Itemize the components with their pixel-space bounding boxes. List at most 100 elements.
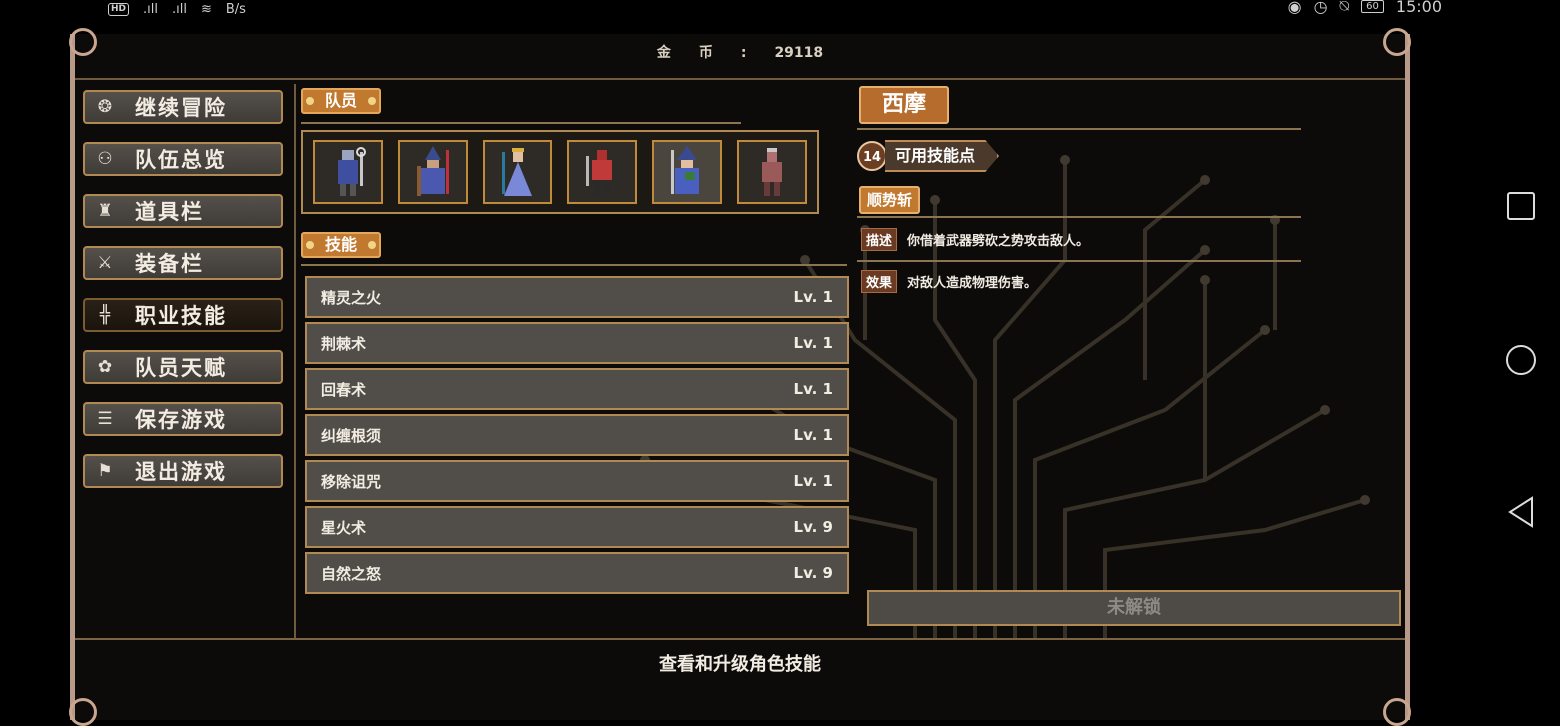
party-member-portrait[interactable]: [482, 140, 553, 204]
skill-row[interactable]: 回春术 Lv. 1: [305, 368, 849, 410]
skill-row[interactable]: 星火术 Lv. 9: [305, 506, 849, 548]
mute-icon: ⍉: [1339, 0, 1350, 15]
unlock-button[interactable]: 未解锁: [867, 590, 1401, 626]
priestess-icon: [501, 148, 532, 196]
skill-points-badge: 14: [857, 141, 887, 171]
skill-description: 描述 你借着武器劈砍之势攻击敌人。: [861, 228, 1089, 251]
main-menu: ❂ 继续冒险 ⚇ 队伍总览 ♜ 道具栏 ⚔ 装备栏 ╬ 职业技能 ✿ 队员天赋 …: [83, 90, 283, 506]
frame-corner-ornament: [69, 698, 97, 726]
red-warrior-icon: [586, 150, 613, 196]
skill-row[interactable]: 纠缠根须 Lv. 1: [305, 414, 849, 456]
menu-label: 保存游戏: [135, 408, 227, 432]
menu-member-talents[interactable]: ✿ 队员天赋: [83, 350, 283, 384]
skill-effect: 效果 对敌人造成物理伤害。: [861, 270, 1037, 293]
bottom-bar: 查看和升级角色技能: [75, 638, 1405, 722]
effect-text: 对敌人造成物理伤害。: [907, 276, 1038, 291]
knight-mace-icon: [337, 147, 366, 196]
menu-label: 装备栏: [135, 252, 204, 276]
winged-sword-icon: ╬: [99, 305, 111, 325]
recent-apps-icon[interactable]: [1504, 189, 1538, 223]
party-member-portrait-selected[interactable]: [652, 140, 723, 204]
bag-icon: ♜: [97, 201, 113, 221]
party-icon: ⚇: [97, 149, 113, 169]
menu-party-overview[interactable]: ⚇ 队伍总览: [83, 142, 283, 176]
skill-level: Lv. 1: [793, 288, 833, 306]
hd-voice-icon: HD: [108, 2, 130, 16]
laurel-icon: ✿: [97, 357, 113, 377]
alarm-icon: ◷: [1313, 0, 1328, 16]
skill-name: 回春术: [321, 380, 367, 399]
skills-section-tag: 技能: [301, 232, 382, 258]
menu-save-game[interactable]: ☰ 保存游戏: [83, 402, 283, 436]
skill-name: 自然之怒: [321, 564, 382, 583]
skill-level: Lv. 1: [793, 426, 833, 444]
frame-corner-ornament: [1383, 28, 1411, 56]
party-member-portrait[interactable]: [567, 140, 638, 204]
top-bar: 金币:29118: [75, 34, 1405, 80]
menu-label: 道具栏: [135, 200, 204, 224]
menu-inventory[interactable]: ♜ 道具栏: [83, 194, 283, 228]
divider: [857, 128, 1301, 130]
frame-corner-ornament: [1383, 698, 1411, 726]
party-portraits: [301, 130, 819, 214]
skill-row[interactable]: 移除诅咒 Lv. 1: [305, 460, 849, 502]
eye-icon: ◉: [1287, 0, 1302, 16]
divider: [301, 122, 741, 124]
home-icon[interactable]: [1504, 343, 1538, 377]
skill-name: 星火术: [321, 518, 367, 537]
skill-row[interactable]: 自然之怒 Lv. 9: [305, 552, 849, 594]
skill-name: 精灵之火: [321, 288, 382, 307]
party-member-portrait[interactable]: [397, 140, 468, 204]
signal-icon: .ıll: [143, 1, 158, 17]
party-member-portrait[interactable]: [737, 140, 807, 204]
divider: [857, 260, 1301, 262]
gold-label: 金币:: [656, 45, 775, 61]
skill-name: 纠缠根须: [321, 426, 382, 445]
skill-level: Lv. 1: [793, 472, 833, 490]
barbarian-icon: [762, 148, 783, 196]
gold-value: 29118: [774, 45, 824, 61]
menu-label: 退出游戏: [135, 460, 227, 484]
skill-name: 荆棘术: [321, 334, 367, 353]
selected-skill-name: 顺势斩: [859, 186, 921, 214]
skill-name: 移除诅咒: [321, 472, 382, 491]
equipment-icon: ⚔: [97, 253, 113, 273]
menu-quit-game[interactable]: ⚑ 退出游戏: [83, 454, 283, 488]
game-window: 金币:29118 ❂ 继续冒险 ⚇ 队伍总览 ♜ 道具栏 ⚔ 装备栏 ╬ 职业技…: [69, 28, 1411, 726]
party-section-tag: 队员: [301, 88, 382, 114]
scroll-icon: ☰: [97, 409, 113, 429]
flag-icon: ⚑: [97, 461, 113, 481]
network-speed: B/s: [225, 1, 246, 17]
menu-label: 队员天赋: [135, 356, 227, 380]
skill-points: 14 可用技能点: [857, 140, 1000, 172]
skill-points-label: 可用技能点: [885, 140, 1000, 172]
menu-continue-adventure[interactable]: ❂ 继续冒险: [83, 90, 283, 124]
description-tag: 描述: [861, 228, 898, 251]
menu-label: 继续冒险: [135, 96, 227, 120]
skill-level: Lv. 9: [793, 518, 833, 536]
divider: [301, 264, 847, 266]
wizard-blue-icon: [671, 146, 700, 194]
description-text: 你借着武器劈砍之势攻击敌人。: [907, 234, 1090, 249]
menu-equipment[interactable]: ⚔ 装备栏: [83, 246, 283, 280]
footer-hint: 查看和升级角色技能: [659, 654, 821, 675]
skill-row[interactable]: 荆棘术 Lv. 1: [305, 322, 849, 364]
menu-label: 职业技能: [135, 304, 227, 328]
divider: [294, 84, 296, 638]
skill-level: Lv. 9: [793, 564, 833, 582]
skill-level: Lv. 1: [793, 334, 833, 352]
menu-class-skills[interactable]: ╬ 职业技能: [83, 298, 283, 332]
party-member-portrait[interactable]: [313, 140, 383, 204]
skill-level: Lv. 1: [793, 380, 833, 398]
wifi-icon: ≋: [200, 1, 212, 17]
mage-staff-icon: [416, 146, 449, 196]
back-icon[interactable]: [1504, 495, 1538, 529]
character-name: 西摩: [859, 86, 949, 124]
divider: [857, 216, 1301, 218]
frame-corner-ornament: [69, 28, 97, 56]
signal-icon-2: .ıll: [171, 1, 187, 17]
skill-row[interactable]: 精灵之火 Lv. 1: [305, 276, 849, 318]
status-bar: HD .ıll .ıll ≋ B/s ◉ ◷ ⍉ 60 15:00: [0, 0, 1560, 22]
skill-list: 精灵之火 Lv. 1 荆棘术 Lv. 1 回春术 Lv. 1 纠缠根须 Lv. …: [305, 276, 849, 598]
clock: 15:00: [1395, 0, 1442, 16]
